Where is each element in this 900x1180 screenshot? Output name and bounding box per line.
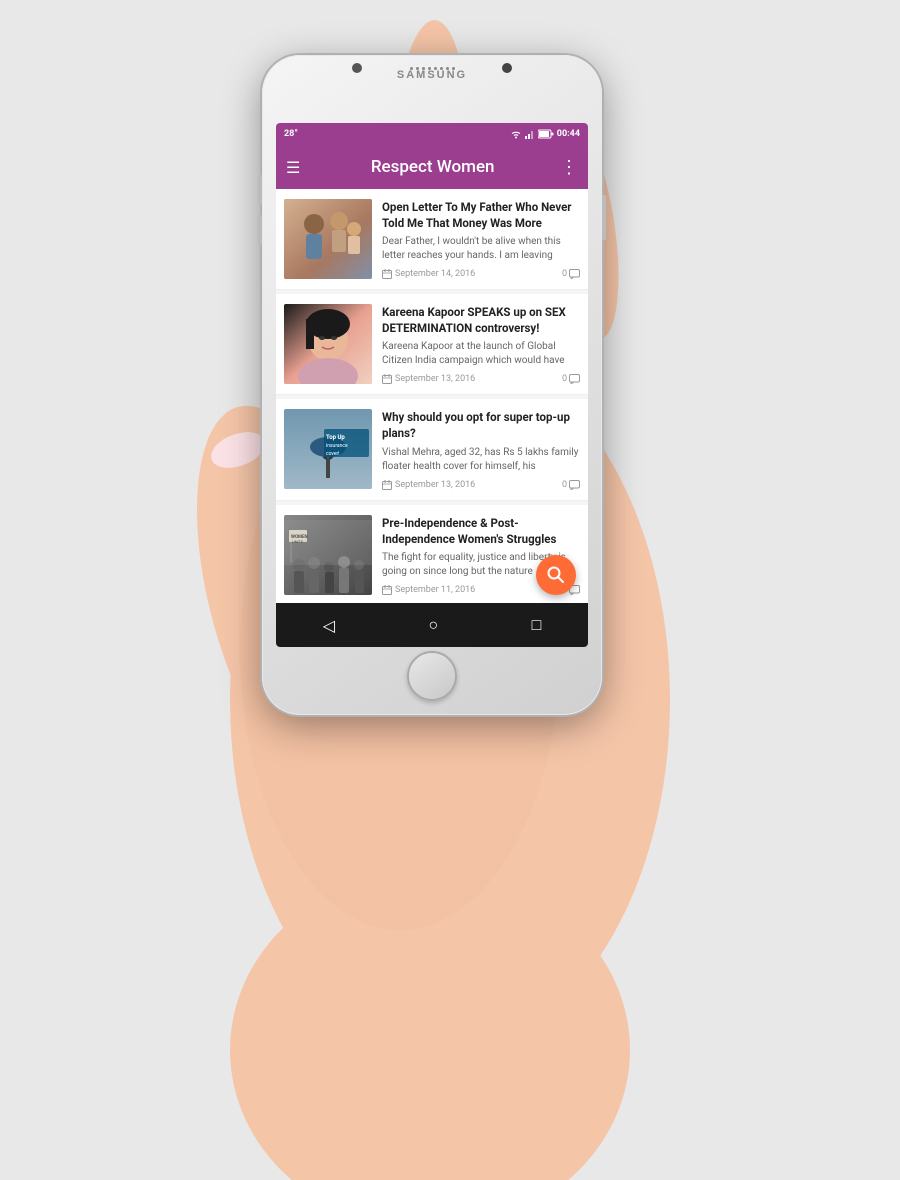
article-excerpt: Dear Father, I wouldn't be alive when th…: [382, 235, 580, 263]
article-thumb-image: [284, 304, 372, 384]
search-fab-button[interactable]: [536, 555, 576, 595]
physical-home-button[interactable]: [407, 651, 457, 701]
article-thumb-image: Top Up insurance cover!: [284, 409, 372, 489]
article-content: Kareena Kapoor SPEAKS up on SEX DETERMIN…: [382, 304, 580, 384]
article-thumbnail: Top Up insurance cover!: [284, 409, 372, 489]
svg-text:cover!: cover!: [326, 451, 339, 457]
article-thumbnail: WOMEN UNITE: [284, 515, 372, 595]
article-comments: 0: [562, 374, 580, 384]
article-item[interactable]: Open Letter To My Father Who Never Told …: [276, 189, 588, 290]
power-button[interactable]: [602, 195, 606, 240]
article-comments: 0: [562, 269, 580, 279]
article-meta: September 13, 2016 0: [382, 374, 580, 384]
volume-down-button[interactable]: [258, 215, 262, 245]
battery-icon: [538, 129, 554, 139]
signal-icon: [525, 129, 535, 139]
calendar-icon: [382, 374, 392, 384]
more-options-button[interactable]: ⋮: [560, 157, 578, 178]
phone-body: SAMSUNG 28°: [262, 55, 602, 715]
article-thumb-image: [284, 199, 372, 279]
status-bar: 28°: [276, 123, 588, 145]
article-date: September 14, 2016: [382, 269, 475, 279]
article-content: Why should you opt for super top-up plan…: [382, 409, 580, 489]
article-item[interactable]: Kareena Kapoor SPEAKS up on SEX DETERMIN…: [276, 294, 588, 395]
article-date: September 13, 2016: [382, 480, 475, 490]
article-excerpt: Vishal Mehra, aged 32, has Rs 5 lakhs fa…: [382, 446, 580, 474]
article-item[interactable]: WOMEN UNITE: [276, 505, 588, 606]
calendar-icon: [382, 480, 392, 490]
menu-button[interactable]: ☰: [286, 158, 300, 177]
calendar-icon: [382, 269, 392, 279]
brand-label: SAMSUNG: [397, 69, 467, 81]
comment-icon: [569, 480, 580, 490]
front-camera-2: [502, 63, 512, 73]
comment-icon: [569, 269, 580, 279]
article-thumbnail: [284, 199, 372, 279]
article-content: Open Letter To My Father Who Never Told …: [382, 199, 580, 279]
volume-up-button[interactable]: [258, 175, 262, 205]
comment-icon: [569, 374, 580, 384]
article-thumb-image: WOMEN UNITE: [284, 515, 372, 595]
svg-text:insurance: insurance: [326, 443, 348, 449]
front-camera: [352, 63, 362, 73]
wifi-icon: [510, 129, 522, 139]
recents-button[interactable]: □: [524, 607, 550, 643]
back-button[interactable]: ◁: [315, 608, 343, 643]
app-toolbar: ☰ Respect Women ⋮: [276, 145, 588, 189]
home-button-nav[interactable]: ○: [420, 607, 446, 643]
article-date: September 13, 2016: [382, 374, 475, 384]
article-comments: 0: [562, 480, 580, 490]
temperature-display: 28°: [284, 129, 298, 139]
article-meta: September 14, 2016 0: [382, 269, 580, 279]
phone-screen: 28°: [276, 123, 588, 647]
article-excerpt: Kareena Kapoor at the launch of Global C…: [382, 340, 580, 368]
article-title: Kareena Kapoor SPEAKS up on SEX DETERMIN…: [382, 304, 580, 336]
scene: SAMSUNG 28°: [0, 0, 900, 1180]
article-title: Why should you opt for super top-up plan…: [382, 409, 580, 441]
status-icons: 00:44: [510, 129, 580, 139]
article-title: Pre-Independence & Post-Independence Wom…: [382, 515, 580, 547]
search-icon: [547, 566, 565, 584]
phone: SAMSUNG 28°: [262, 55, 602, 715]
article-title: Open Letter To My Father Who Never Told …: [382, 199, 580, 231]
app-title: Respect Women: [315, 157, 550, 177]
android-nav-bar: ◁ ○ □: [276, 603, 588, 647]
article-item[interactable]: Top Up insurance cover! Why should you o…: [276, 399, 588, 500]
svg-text:Top Up: Top Up: [326, 434, 345, 441]
calendar-icon: [382, 585, 392, 595]
article-thumbnail: [284, 304, 372, 384]
article-date: September 11, 2016: [382, 585, 475, 595]
time-display: 00:44: [557, 129, 580, 139]
article-meta: September 13, 2016 0: [382, 480, 580, 490]
